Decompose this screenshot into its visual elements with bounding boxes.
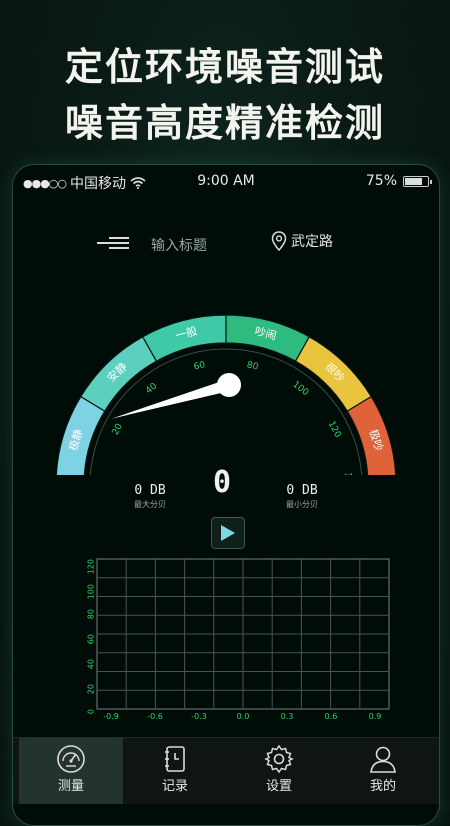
chart-y-tick: 120 <box>87 559 96 574</box>
phone-frame: ●●●○○ 中国移动 9:00 AM 75% 输入标题 武定路 极静 安静 一般… <box>12 164 440 826</box>
gauge-tick-label: 100 <box>290 380 310 399</box>
gauge-tick-label: 80 <box>246 360 260 372</box>
chart-x-tick: -0.9 <box>103 712 119 721</box>
sound-level-gauge: 极静安静一般吵闹很吵极吵020406080100120140 <box>55 314 397 475</box>
user-icon <box>370 746 396 773</box>
status-bar: ●●●○○ 中国移动 9:00 AM 75% <box>13 165 439 197</box>
tab-settings[interactable]: 设置 <box>227 738 331 804</box>
chart-x-tick: 0.0 <box>237 712 250 721</box>
gear-icon <box>264 744 294 774</box>
tab-profile-label: 我的 <box>369 779 396 794</box>
min-db-label: 最小分贝 <box>286 500 318 509</box>
max-db-label: 最大分贝 <box>134 500 166 509</box>
chart-y-tick: 40 <box>87 659 96 669</box>
gauge-tick-label: 140 <box>342 472 353 475</box>
chart-y-tick: 100 <box>87 584 96 599</box>
title-input[interactable]: 输入标题 <box>151 235 207 255</box>
max-readout: 0 DB 最大分贝 <box>115 483 185 510</box>
location-pin-icon <box>271 231 287 251</box>
chart-x-tick: -0.6 <box>147 712 163 721</box>
chart-y-tick: 80 <box>87 609 96 619</box>
tab-records[interactable]: 记录 <box>123 738 227 804</box>
gauge-tick-label: 60 <box>193 360 207 372</box>
max-db-value: 0 DB <box>134 483 166 498</box>
tab-settings-label: 设置 <box>265 779 292 794</box>
tab-records-label: 记录 <box>161 779 188 794</box>
play-button[interactable] <box>211 517 245 549</box>
notebook-icon <box>165 746 185 772</box>
gauge-hub <box>217 373 241 397</box>
gauge-needle <box>111 379 231 419</box>
tab-measure-label: 测量 <box>57 779 84 794</box>
banner-title-line2: 噪音高度精准检测 <box>64 101 385 145</box>
battery-icon <box>403 175 432 187</box>
play-icon <box>221 525 235 541</box>
chart-x-tick: 0.9 <box>369 712 382 721</box>
chart-x-tick: 0.3 <box>281 712 294 721</box>
noise-line-chart: 120 100 80 60 40 20 0 -0.9 -0.6 -0.3 0.0 0.3 0.6 0.9 <box>87 558 390 721</box>
speedometer-icon <box>57 745 85 773</box>
chart-x-tick: -0.3 <box>191 712 207 721</box>
gauge-tick-label: 40 <box>144 381 159 396</box>
chart-x-tick: 0.6 <box>325 712 338 721</box>
gauge-tick-label: 20 <box>111 422 125 437</box>
menu-lines-icon[interactable] <box>97 236 129 250</box>
location-button[interactable]: 武定路 <box>271 231 333 251</box>
chart-y-tick: 20 <box>87 684 96 694</box>
battery-percent: 75% <box>365 173 397 189</box>
min-db-value: 0 DB <box>286 483 318 498</box>
tab-profile[interactable]: 我的 <box>331 738 435 804</box>
bottom-tab-bar: 测量 记录 设置 我的 <box>13 737 439 804</box>
chart-y-tick: 0 <box>87 709 96 714</box>
chart-y-tick: 60 <box>87 634 96 644</box>
tab-measure[interactable]: 测量 <box>19 738 123 804</box>
current-db-value: 0 <box>213 465 232 500</box>
banner-title-line1: 定位环境噪音测试 <box>64 45 385 89</box>
gauge-tick-label: 120 <box>326 420 343 440</box>
location-name: 武定路 <box>291 234 333 250</box>
min-readout: 0 DB 最小分贝 <box>267 483 337 510</box>
toolbar: 输入标题 武定路 <box>13 229 439 259</box>
